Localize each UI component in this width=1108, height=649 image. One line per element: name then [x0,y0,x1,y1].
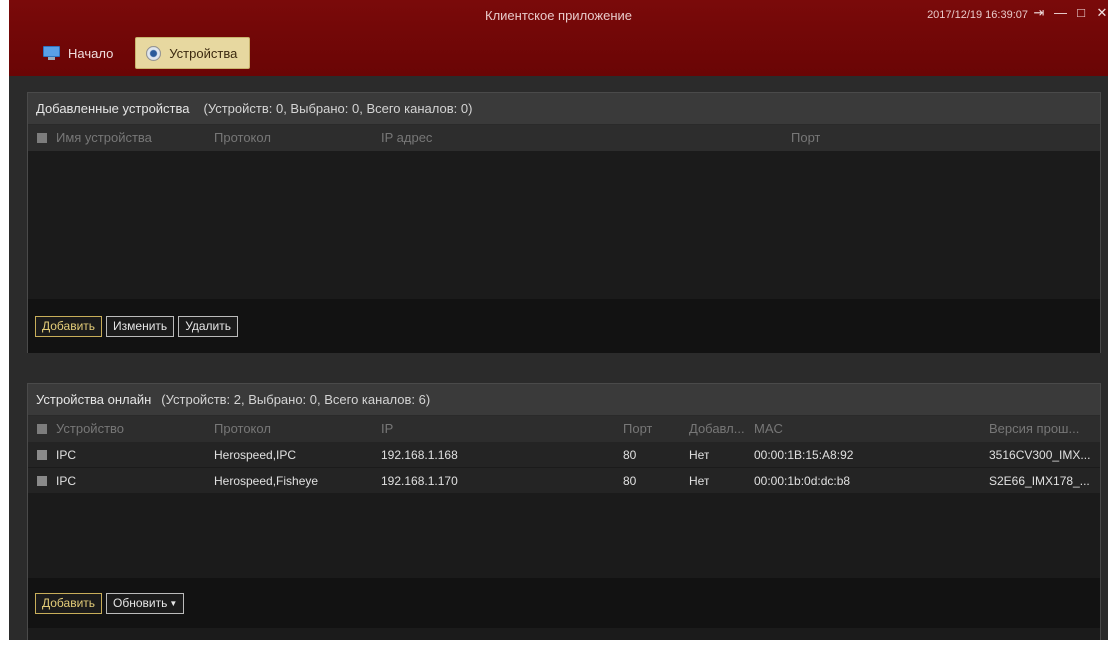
port-cell: 80 [623,448,637,462]
column-header[interactable]: Порт [623,416,652,442]
client-app-window: Клиентское приложение 2017/12/19 16:39:0… [9,0,1108,640]
online-devices-header: Устройства онлайн (Устройств: 2, Выбрано… [28,384,1100,416]
device-cell: IPC [56,448,77,462]
row-checkbox[interactable] [37,476,47,486]
dropdown-caret-icon: ▼ [169,598,178,608]
tab-devices-label: Устройства [169,45,238,61]
online-devices-panel: Устройства онлайн (Устройств: 2, Выбрано… [27,383,1101,640]
column-header[interactable]: Добавл... [689,416,745,442]
minimize-icon[interactable]: — [1054,5,1067,21]
refresh-button[interactable]: Обновить ▼ [106,592,185,614]
ip-cell: 192.168.1.170 [381,474,458,488]
protocol-cell: Herospeed,Fisheye [214,474,319,488]
added-cell: Нет [689,474,710,488]
refresh-button-label: Обновить [113,596,168,610]
added-devices-title: Добавленные устройства [36,101,190,116]
main-nav: Начало Устройства [33,37,251,69]
mac-cell: 00:00:1B:15:A8:92 [754,448,854,462]
maximize-icon[interactable]: □ [1075,5,1087,21]
column-header[interactable]: IP адрес [381,125,432,151]
table-row[interactable]: IPC Herospeed,IPC 192.168.1.168 80 Нет 0… [28,442,1100,468]
tab-home-label: Начало [68,45,114,61]
tab-devices[interactable]: Устройства [135,37,251,69]
edit-device-button[interactable]: Изменить [106,315,175,337]
online-devices-toolbar: Добавить Обновить ▼ [28,578,1100,628]
header-bar: Клиентское приложение 2017/12/19 16:39:0… [9,0,1108,76]
column-header[interactable]: MAC [754,416,783,442]
added-devices-table-header: Имя устройства Протокол IP адрес Порт [28,125,1100,151]
added-devices-header: Добавленные устройства (Устройств: 0, Вы… [28,93,1100,125]
column-header[interactable]: Версия прош... [989,416,1099,442]
protocol-cell: Herospeed,IPC [214,448,297,462]
column-header[interactable]: Порт [791,125,820,151]
mac-cell: 00:00:1b:0d:dc:b8 [754,474,851,488]
column-header[interactable]: Протокол [214,416,271,442]
window-controls: ⇥ — □ ✕ [1033,5,1108,21]
camera-icon [146,45,162,61]
row-checkbox[interactable] [37,450,47,460]
select-all-checkbox[interactable] [37,424,47,434]
port-cell: 80 [623,474,637,488]
add-device-button[interactable]: Добавить [35,315,103,337]
column-header[interactable]: Устройство [56,416,124,442]
clock: 2017/12/19 16:39:07 [927,9,1028,21]
column-header[interactable]: IP [381,416,393,442]
device-cell: IPC [56,474,77,488]
added-devices-summary: (Устройств: 0, Выбрано: 0, Всего каналов… [203,101,473,116]
online-devices-table-header: Устройство Протокол IP Порт Добавл... MA… [28,416,1100,442]
firmware-cell: 3516CV300_IMX... [989,448,1091,462]
online-devices-summary: (Устройств: 2, Выбрано: 0, Всего каналов… [161,392,431,407]
close-icon[interactable]: ✕ [1096,5,1108,21]
online-devices-title: Устройства онлайн [36,392,152,407]
logout-icon[interactable]: ⇥ [1033,5,1045,21]
ip-cell: 192.168.1.168 [381,448,458,462]
delete-device-button[interactable]: Удалить [178,315,239,337]
added-devices-list [28,151,1100,299]
column-header[interactable]: Имя устройства [56,125,152,151]
added-cell: Нет [689,448,710,462]
added-devices-panel: Добавленные устройства (Устройств: 0, Вы… [27,92,1101,353]
added-devices-toolbar: Добавить Изменить Удалить [28,299,1100,353]
online-devices-list-empty-area [28,494,1100,578]
tab-home[interactable]: Начало [33,37,125,69]
add-online-device-button[interactable]: Добавить [35,592,103,614]
firmware-cell: S2E66_IMX178_... [989,474,1090,488]
column-header[interactable]: Протокол [214,125,271,151]
monitor-icon [43,46,60,60]
table-row[interactable]: IPC Herospeed,Fisheye 192.168.1.170 80 Н… [28,468,1100,494]
select-all-checkbox[interactable] [37,133,47,143]
